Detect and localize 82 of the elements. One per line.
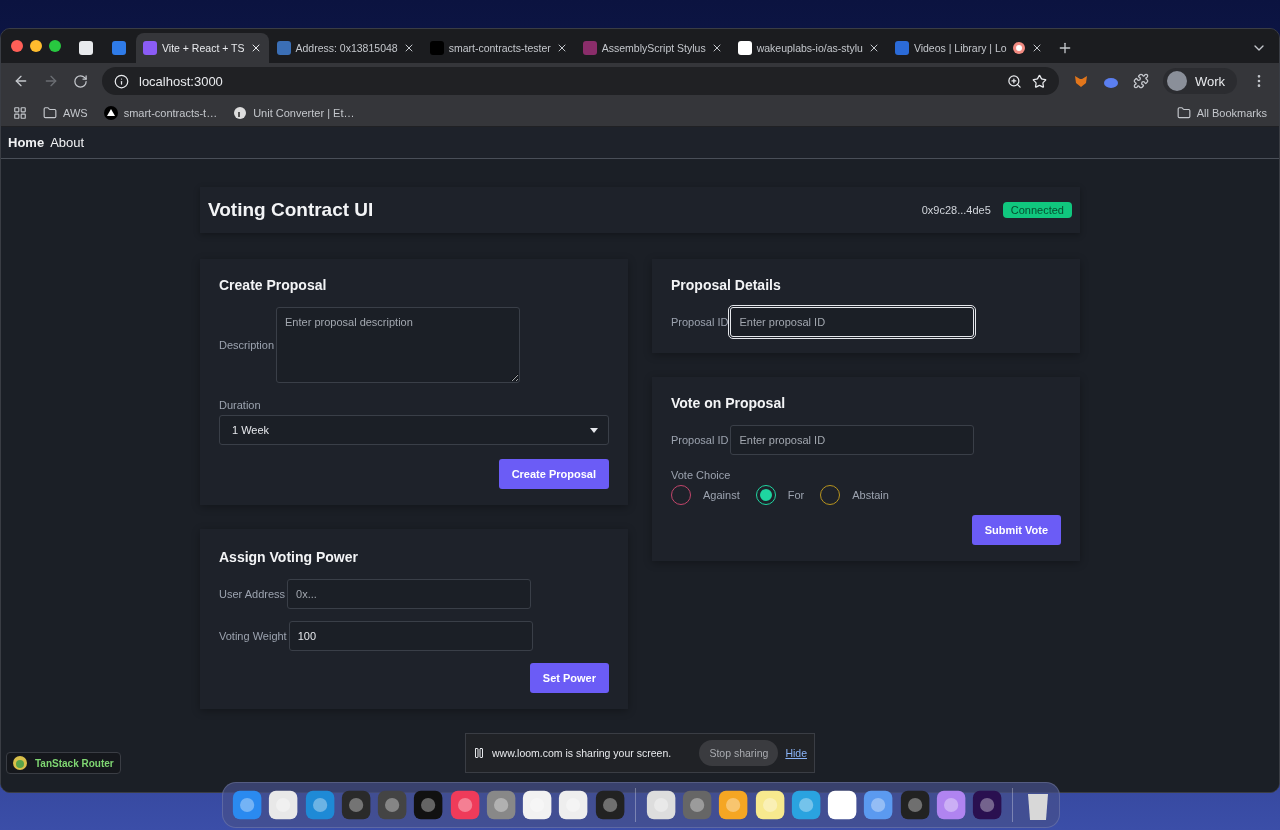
nav-link[interactable]: About xyxy=(50,135,85,150)
bookmark[interactable]: Unit Converter | Et… xyxy=(233,105,355,120)
devtools-badge[interactable]: TanStack Router xyxy=(6,752,121,774)
hide-link[interactable]: Hide xyxy=(785,747,807,759)
create-proposal-button[interactable]: Create Proposal xyxy=(498,459,609,489)
browser-tab[interactable]: Address: 0x13815048 xyxy=(269,33,422,63)
duration-select[interactable]: 1 Week xyxy=(219,415,609,445)
all-bookmarks[interactable]: All Bookmarks xyxy=(1176,105,1267,120)
account-address: 0x9c28...4de5 xyxy=(921,204,991,216)
star-icon[interactable] xyxy=(1031,73,1047,89)
browser-tab[interactable]: Videos | Library | Lo xyxy=(887,33,1050,63)
app-icon[interactable] xyxy=(268,788,299,822)
field-label: Proposal ID xyxy=(671,316,729,328)
app-icon[interactable] xyxy=(232,788,263,822)
fox-icon[interactable] xyxy=(1072,73,1089,89)
favicon-icon xyxy=(79,41,93,55)
radio-label: For xyxy=(787,489,805,501)
favicon-icon xyxy=(276,41,291,55)
field-label: Description xyxy=(219,339,275,351)
set-power-button[interactable]: Set Power xyxy=(529,663,609,693)
extensions-icon[interactable] xyxy=(1132,73,1149,89)
logo-icon xyxy=(13,756,27,770)
card-title: Assign Voting Power xyxy=(219,549,359,565)
favicon-icon xyxy=(582,41,597,55)
app-icon[interactable] xyxy=(935,788,967,822)
app-icon[interactable] xyxy=(522,788,553,822)
app-icon[interactable] xyxy=(790,788,822,822)
radio-label: Abstain xyxy=(852,489,889,501)
card-title: Proposal Details xyxy=(671,277,782,293)
favicon-icon xyxy=(737,41,752,55)
submit-vote-button[interactable]: Submit Vote xyxy=(971,515,1061,545)
page-title: Voting Contract UI xyxy=(208,199,375,221)
devtools-label: TanStack Router xyxy=(35,757,114,769)
address-field[interactable]: 0x... xyxy=(287,579,532,609)
share-message: www.loom.com is sharing your screen. xyxy=(492,747,673,759)
proposal-id-field[interactable]: Enter proposal ID xyxy=(730,425,975,455)
favicon-icon xyxy=(894,41,909,55)
reload-icon[interactable] xyxy=(73,73,88,89)
avatar-icon xyxy=(1166,71,1187,91)
app-icon[interactable] xyxy=(485,788,517,822)
field-label: Duration xyxy=(219,399,262,411)
field-label: Voting Weight xyxy=(219,630,287,642)
app-icon[interactable] xyxy=(827,788,858,822)
info-icon xyxy=(114,73,129,89)
back-icon[interactable] xyxy=(13,73,29,89)
maximize-button[interactable] xyxy=(49,40,61,52)
field-label: Proposal ID xyxy=(671,434,729,446)
favicon-icon xyxy=(143,41,157,55)
bookmark[interactable]: AWS xyxy=(43,105,88,120)
zoom-icon[interactable] xyxy=(1006,73,1022,89)
folder-icon xyxy=(1176,105,1191,120)
bookmark[interactable]: smart-contracts-t… xyxy=(103,105,218,120)
app-icon[interactable] xyxy=(863,788,894,822)
apps-icon[interactable] xyxy=(13,105,27,120)
app-icon[interactable] xyxy=(754,788,785,822)
stop-sharing-button[interactable]: Stop sharing xyxy=(699,740,779,766)
browser-tab[interactable]: AssemblyScript Stylus xyxy=(575,33,730,63)
favicon-icon xyxy=(112,41,126,55)
pause-icon[interactable] xyxy=(473,747,485,759)
description-field[interactable]: Enter proposal description xyxy=(276,307,521,383)
app-icon[interactable] xyxy=(304,788,335,822)
app-icon[interactable] xyxy=(718,788,749,822)
browser-tab[interactable]: Vite + React + TS xyxy=(136,33,269,63)
status-badge: Connected xyxy=(1002,202,1072,218)
address-bar[interactable]: localhost:3000 xyxy=(102,67,1059,95)
caret-icon xyxy=(590,427,598,433)
card-title: Vote on Proposal xyxy=(671,395,787,411)
close-button[interactable] xyxy=(11,40,23,52)
field-label: Vote Choice xyxy=(671,469,732,481)
app-icon[interactable] xyxy=(645,788,677,822)
radio-label: Against xyxy=(703,489,740,501)
browser-tab[interactable]: smart-contracts-tester xyxy=(422,33,575,63)
app-icon[interactable] xyxy=(558,788,589,822)
card-title: Create Proposal xyxy=(219,277,328,293)
field-label: User Address xyxy=(219,588,286,600)
nav-link[interactable]: Home xyxy=(8,135,45,150)
minimize-button[interactable] xyxy=(30,40,42,52)
folder-icon xyxy=(43,105,57,120)
profile-button[interactable]: Work xyxy=(1162,68,1237,94)
favicon-icon xyxy=(429,41,444,55)
weight-field[interactable]: 100 xyxy=(288,621,533,651)
browser-tab[interactable]: wakeuplabs-io/as-stylu xyxy=(730,33,887,63)
